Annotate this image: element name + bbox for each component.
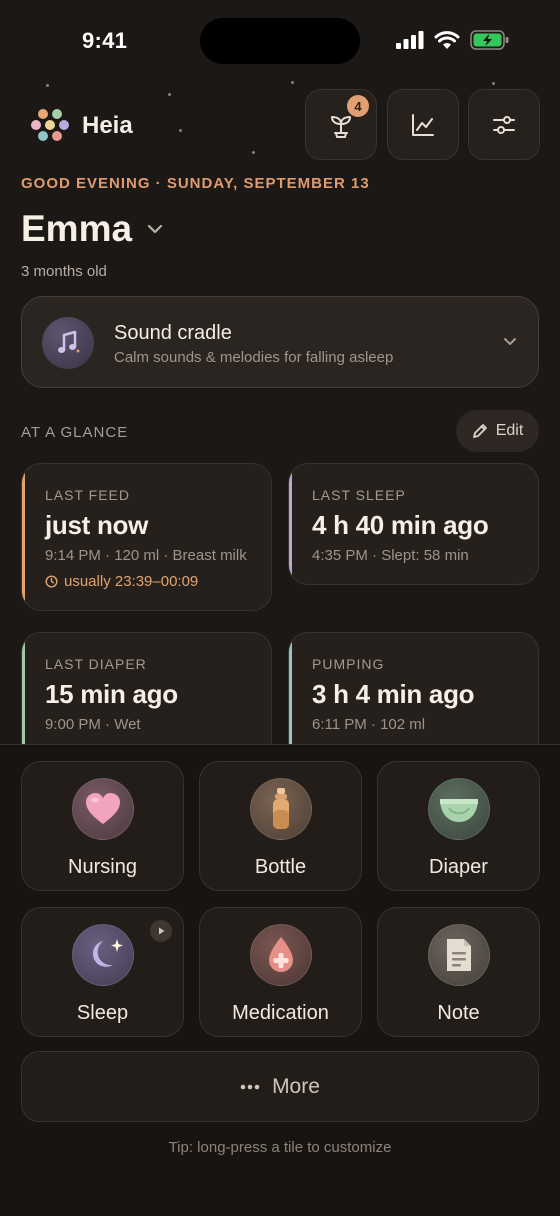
- moon-icon: [71, 924, 134, 986]
- card-detail: 4:35 PM · Slept: 58 min: [312, 547, 469, 564]
- tile-label: Nursing: [68, 856, 137, 878]
- baby-age: 3 months old: [21, 263, 107, 280]
- star-decoration: [46, 84, 49, 87]
- chart-icon: [412, 113, 434, 136]
- medication-icon: [249, 924, 312, 986]
- card-detail: 9:14 PM · 120 ml · Breast milk: [45, 547, 247, 564]
- star-decoration: [291, 81, 294, 84]
- tile-label: Bottle: [254, 856, 307, 878]
- card-title: LAST FEED: [45, 487, 130, 503]
- play-icon[interactable]: [150, 920, 172, 942]
- star-decoration: [179, 129, 182, 132]
- card-title: LAST SLEEP: [312, 487, 406, 503]
- notification-badge: 4: [347, 95, 369, 117]
- tile-bottle[interactable]: Bottle: [199, 761, 362, 891]
- dynamic-island: [200, 18, 360, 64]
- brand-name: Heia: [82, 112, 133, 139]
- stats-button[interactable]: [387, 89, 459, 160]
- battery-icon: [470, 30, 509, 50]
- diaper-icon: [427, 778, 490, 840]
- card-title: LAST DIAPER: [45, 656, 147, 672]
- card-usual-text: usually 23:39–00:09: [64, 573, 199, 590]
- card-detail: 6:11 PM · 102 ml: [312, 716, 426, 733]
- card-title: PUMPING: [312, 656, 385, 672]
- star-decoration: [252, 151, 255, 154]
- growth-button[interactable]: 4: [305, 89, 377, 160]
- music-note-icon: [42, 317, 94, 369]
- pencil-icon: [472, 424, 487, 438]
- tile-nursing[interactable]: Nursing: [21, 761, 184, 891]
- tile-note[interactable]: Note: [377, 907, 540, 1037]
- star-decoration: [492, 82, 495, 85]
- ellipsis-icon: [240, 1084, 260, 1089]
- more-button[interactable]: More: [21, 1051, 539, 1122]
- sound-cradle-title: Sound cradle: [114, 322, 232, 344]
- sound-cradle-card[interactable]: Sound cradle Calm sounds & melodies for …: [21, 296, 539, 388]
- clock-icon: [45, 575, 58, 588]
- settings-button[interactable]: [468, 89, 540, 160]
- bottle-icon: [249, 778, 312, 840]
- heia-logo-icon: [31, 109, 69, 141]
- card-usual: usually 23:39–00:09: [45, 573, 198, 590]
- heart-icon: [71, 778, 134, 840]
- edit-label: Edit: [495, 422, 524, 439]
- tile-sleep[interactable]: Sleep: [21, 907, 184, 1037]
- note-icon: [427, 924, 490, 986]
- edit-button[interactable]: Edit: [456, 410, 539, 452]
- at-a-glance-heading: AT A GLANCE: [21, 424, 129, 441]
- tile-diaper[interactable]: Diaper: [377, 761, 540, 891]
- more-label: More: [272, 1074, 320, 1098]
- status-icons: [396, 30, 510, 50]
- card-value: 15 min ago: [45, 679, 178, 709]
- signal-icon: [396, 31, 424, 49]
- card-detail: 9:00 PM · Wet: [45, 716, 141, 733]
- card-value: just now: [45, 510, 149, 540]
- tip-text: Tip: long-press a tile to customize: [168, 1139, 392, 1156]
- status-time: 9:41: [82, 28, 128, 53]
- tile-label: Diaper: [429, 856, 488, 878]
- star-decoration: [168, 93, 171, 96]
- tile-medication[interactable]: Medication: [199, 907, 362, 1037]
- card-value: 4 h 40 min ago: [312, 510, 489, 540]
- card-accent: [289, 464, 292, 584]
- sound-cradle-subtitle: Calm sounds & melodies for falling aslee…: [114, 349, 394, 366]
- tile-label: Note: [437, 1002, 480, 1024]
- baby-name[interactable]: Emma: [21, 208, 132, 250]
- sliders-icon: [493, 115, 515, 134]
- tile-label: Sleep: [76, 1002, 129, 1024]
- last-sleep-card[interactable]: LAST SLEEP 4 h 40 min ago 4:35 PM · Slep…: [288, 463, 539, 585]
- wifi-icon: [434, 30, 460, 49]
- card-value: 3 h 4 min ago: [312, 679, 475, 709]
- greeting-text: GOOD EVENING · SUNDAY, SEPTEMBER 13: [21, 175, 370, 192]
- tile-label: Medication: [232, 1002, 329, 1024]
- chevron-down-icon: [504, 338, 516, 345]
- card-accent: [22, 464, 25, 610]
- last-feed-card[interactable]: LAST FEED just now 9:14 PM · 120 ml · Br…: [21, 463, 272, 611]
- chevron-down-icon[interactable]: [146, 222, 164, 236]
